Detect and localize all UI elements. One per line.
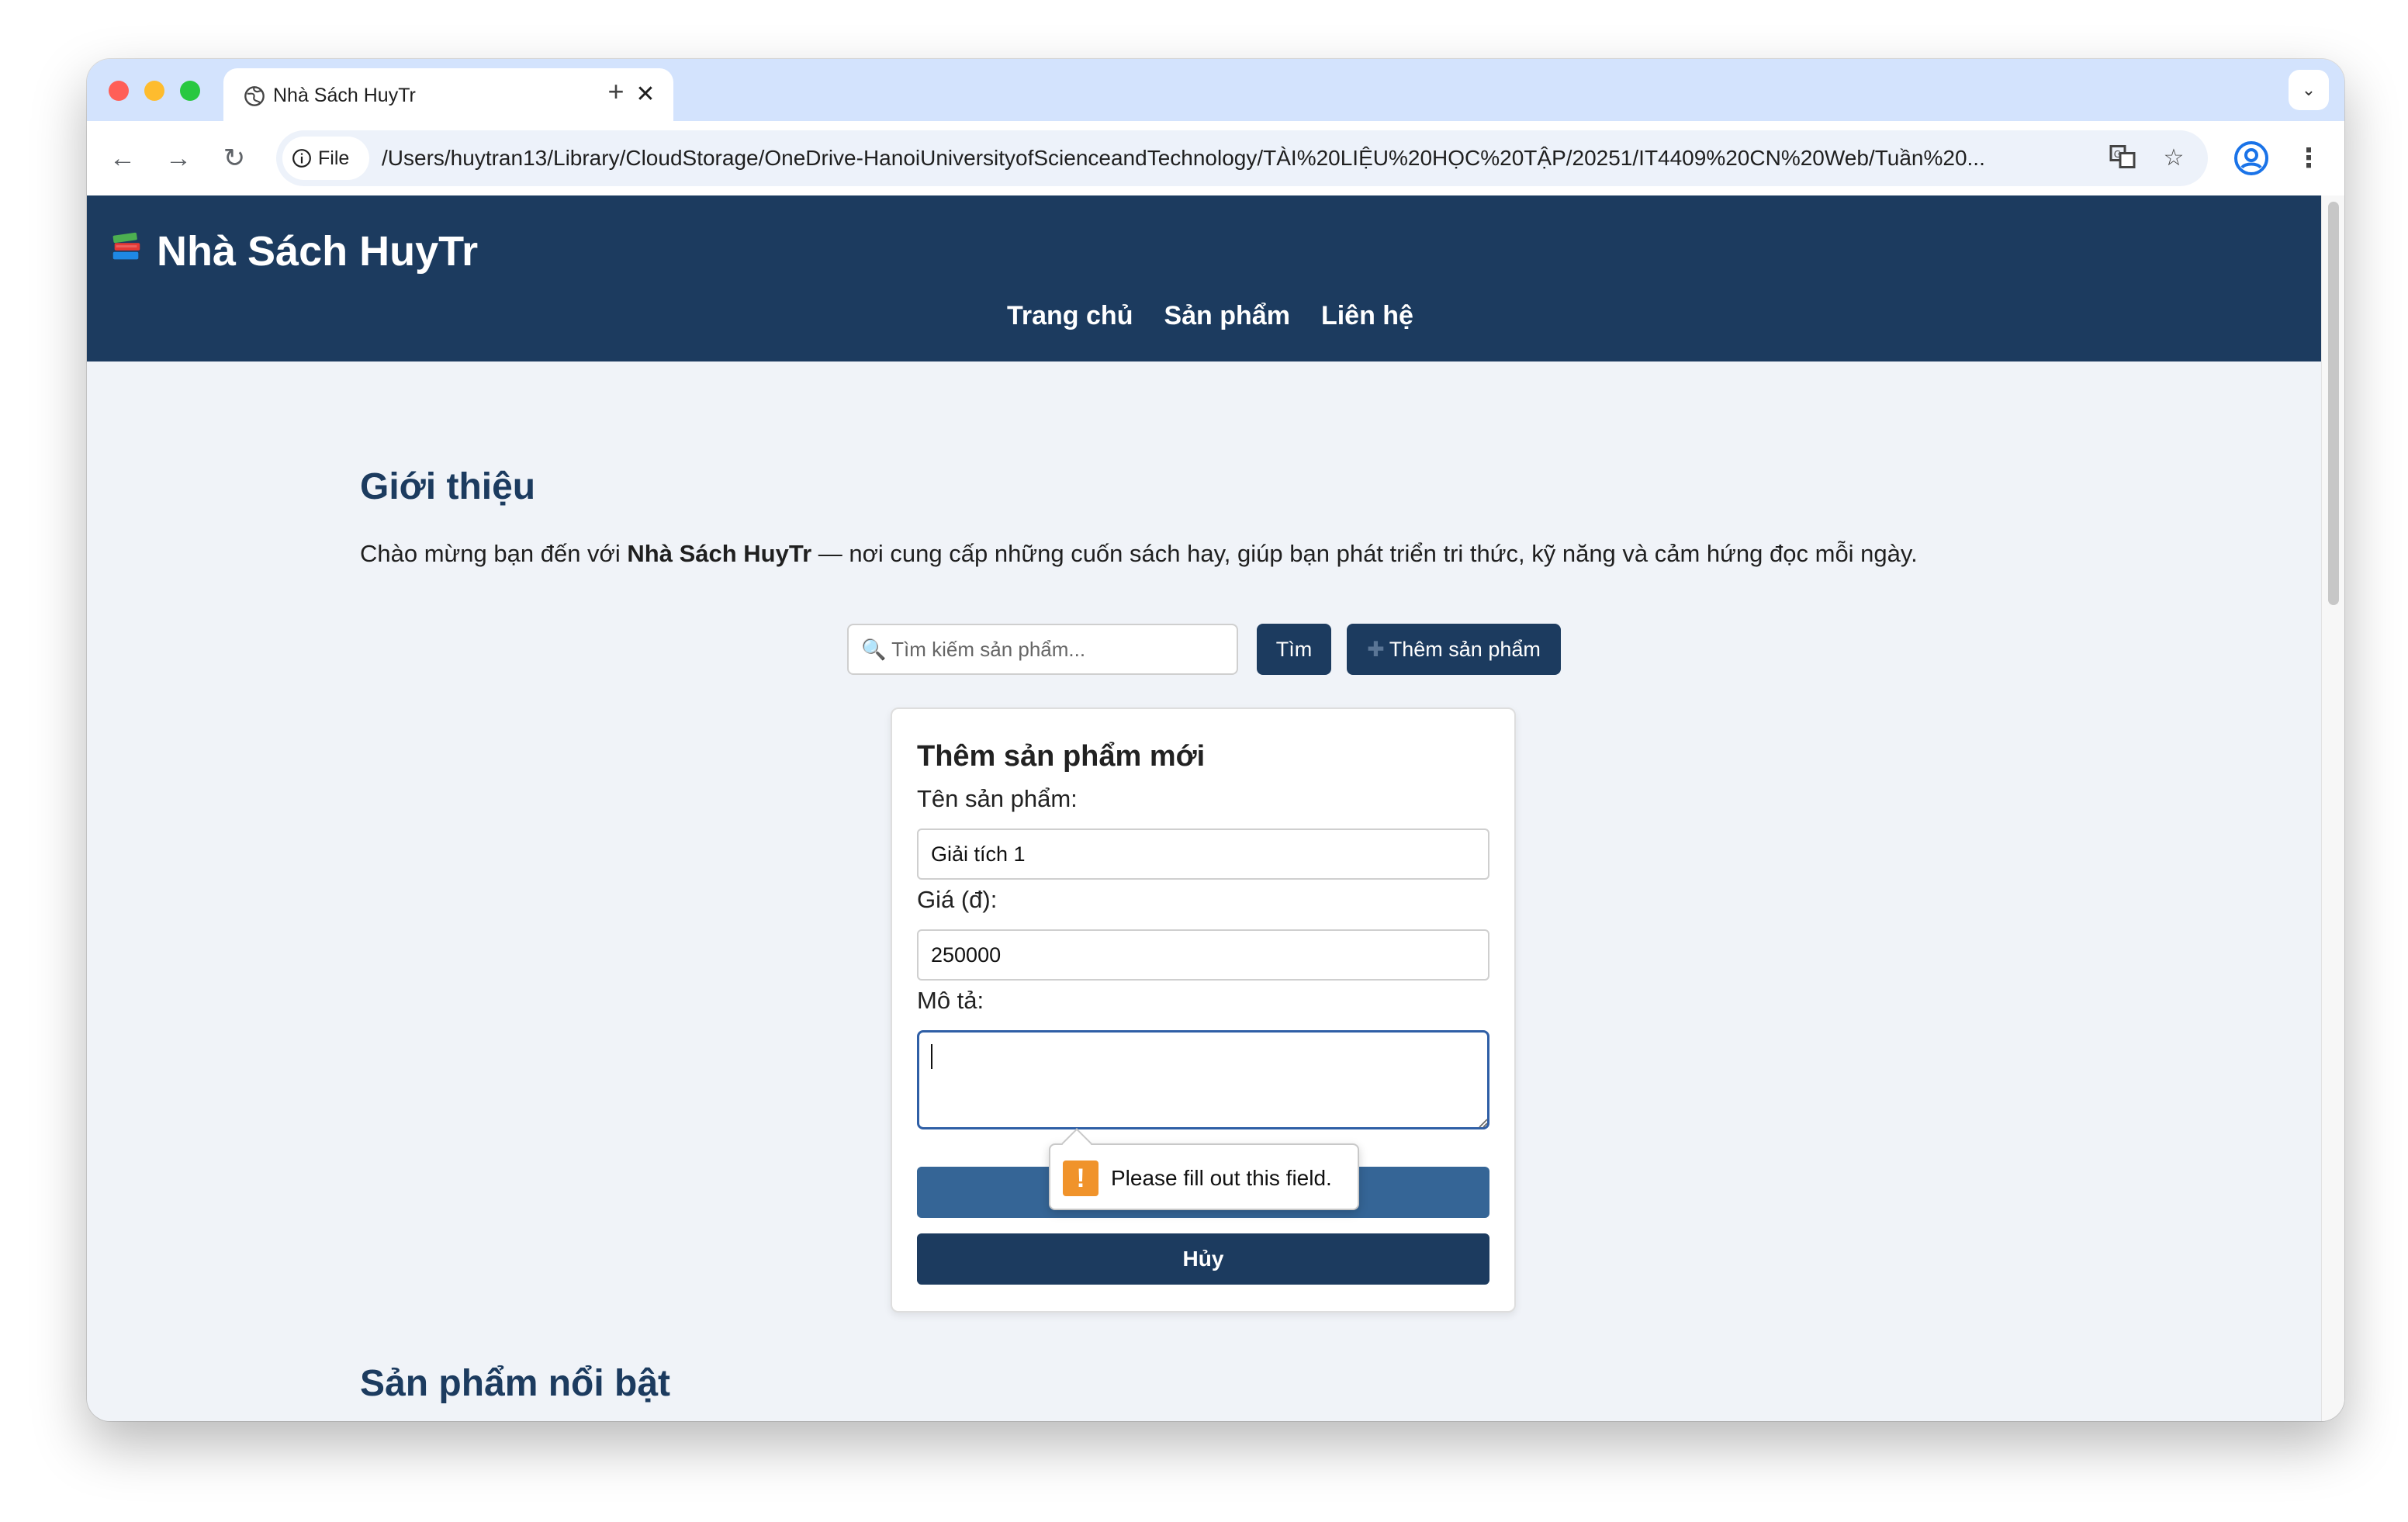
page-viewport: Nhà Sách HuyTr Trang chủ Sản phẩm Liên h… — [87, 195, 2344, 1421]
page-scrollbar[interactable] — [2321, 195, 2344, 1421]
books-icon — [112, 232, 140, 260]
intro-text-start: Chào mừng bạn đến với — [360, 540, 628, 567]
nav-products[interactable]: Sản phẩm — [1164, 296, 1289, 335]
featured-heading: Sản phẩm nổi bật — [360, 1363, 671, 1404]
close-window-button[interactable] — [109, 81, 129, 101]
globe-icon — [244, 86, 265, 106]
intro-text: Chào mừng bạn đến với Nhà Sách HuyTr — n… — [360, 537, 1918, 571]
site-header: Nhà Sách HuyTr Trang chủ Sản phẩm Liên h… — [87, 195, 2321, 361]
product-name-input[interactable] — [917, 828, 1489, 880]
cancel-button[interactable]: Hủy — [917, 1233, 1489, 1285]
tab-search-button[interactable]: ⌄ — [2289, 70, 2329, 110]
forward-button[interactable]: → — [160, 140, 197, 177]
scrollbar-thumb[interactable] — [2328, 202, 2339, 605]
description-label: Mô tả: — [917, 987, 984, 1014]
warning-icon: ! — [1063, 1161, 1098, 1196]
add-product-button[interactable]: ✚ Thêm sản phẩm — [1347, 624, 1561, 675]
address-bar[interactable]: File /Users/huytran13/Library/CloudStora… — [276, 130, 2208, 186]
arrow-right-icon: → — [165, 144, 192, 173]
form-title: Thêm sản phẩm mới — [917, 740, 1206, 773]
more-menu-icon[interactable]: ⋮ — [2290, 140, 2327, 177]
product-name-label: Tên sản phẩm: — [917, 785, 1078, 812]
add-product-label: Thêm sản phẩm — [1389, 637, 1541, 661]
translate-icon[interactable]: G — [2107, 143, 2138, 174]
tab-title: Nhà Sách HuyTr — [273, 85, 416, 106]
price-label: Giá (đ): — [917, 886, 998, 913]
resize-grip-icon[interactable] — [1476, 1116, 1488, 1128]
reload-icon: ↻ — [223, 144, 246, 173]
intro-heading: Giới thiệu — [360, 466, 536, 507]
nav-contact[interactable]: Liên hệ — [1321, 296, 1413, 335]
main-nav: Trang chủ Sản phẩm Liên hệ — [1007, 296, 1413, 335]
price-input[interactable] — [917, 929, 1489, 981]
chevron-down-icon: ⌄ — [2301, 80, 2316, 99]
add-product-form: Thêm sản phẩm mới Tên sản phẩm: Giá (đ):… — [891, 707, 1516, 1313]
site-info-chip[interactable]: File — [282, 137, 369, 180]
reload-button[interactable]: ↻ — [216, 140, 253, 177]
search-input[interactable] — [847, 624, 1238, 675]
arrow-left-icon: ← — [109, 144, 136, 173]
intro-text-end: — nơi cung cấp những cuốn sách hay, giúp… — [811, 540, 1918, 567]
browser-toolbar: ← → ↻ File /Users/huytran13/Library/Clou… — [87, 121, 2344, 195]
back-button[interactable]: ← — [104, 140, 141, 177]
validation-tooltip: ! Please fill out this field. — [1049, 1128, 1359, 1210]
url-text[interactable]: /Users/huytran13/Library/CloudStorage/On… — [382, 144, 2096, 172]
profile-icon[interactable] — [2233, 140, 2270, 177]
text-caret — [931, 1044, 932, 1069]
plus-icon: ✚ — [1367, 637, 1385, 661]
bookmark-star-icon[interactable]: ☆ — [2158, 143, 2189, 174]
search-button[interactable]: Tìm — [1257, 624, 1331, 675]
new-tab-button[interactable]: + — [599, 74, 633, 109]
tab-close-icon[interactable]: ✕ — [631, 81, 659, 109]
description-textarea[interactable] — [917, 1030, 1489, 1129]
intro-brand: Nhà Sách HuyTr — [627, 540, 812, 567]
site-title: Nhà Sách HuyTr — [157, 228, 479, 275]
browser-window: Nhà Sách HuyTr ✕ + ⌄ ← → ↻ File /Users/h… — [87, 59, 2344, 1421]
info-icon — [292, 149, 311, 168]
nav-home[interactable]: Trang chủ — [1007, 296, 1133, 335]
svg-text:G: G — [2114, 149, 2121, 160]
minimize-window-button[interactable] — [144, 81, 164, 101]
tab-strip: Nhà Sách HuyTr ✕ + ⌄ — [87, 59, 2344, 121]
maximize-window-button[interactable] — [180, 81, 200, 101]
validation-message: Please fill out this field. — [1111, 1166, 1332, 1190]
chip-label: File — [318, 147, 350, 169]
